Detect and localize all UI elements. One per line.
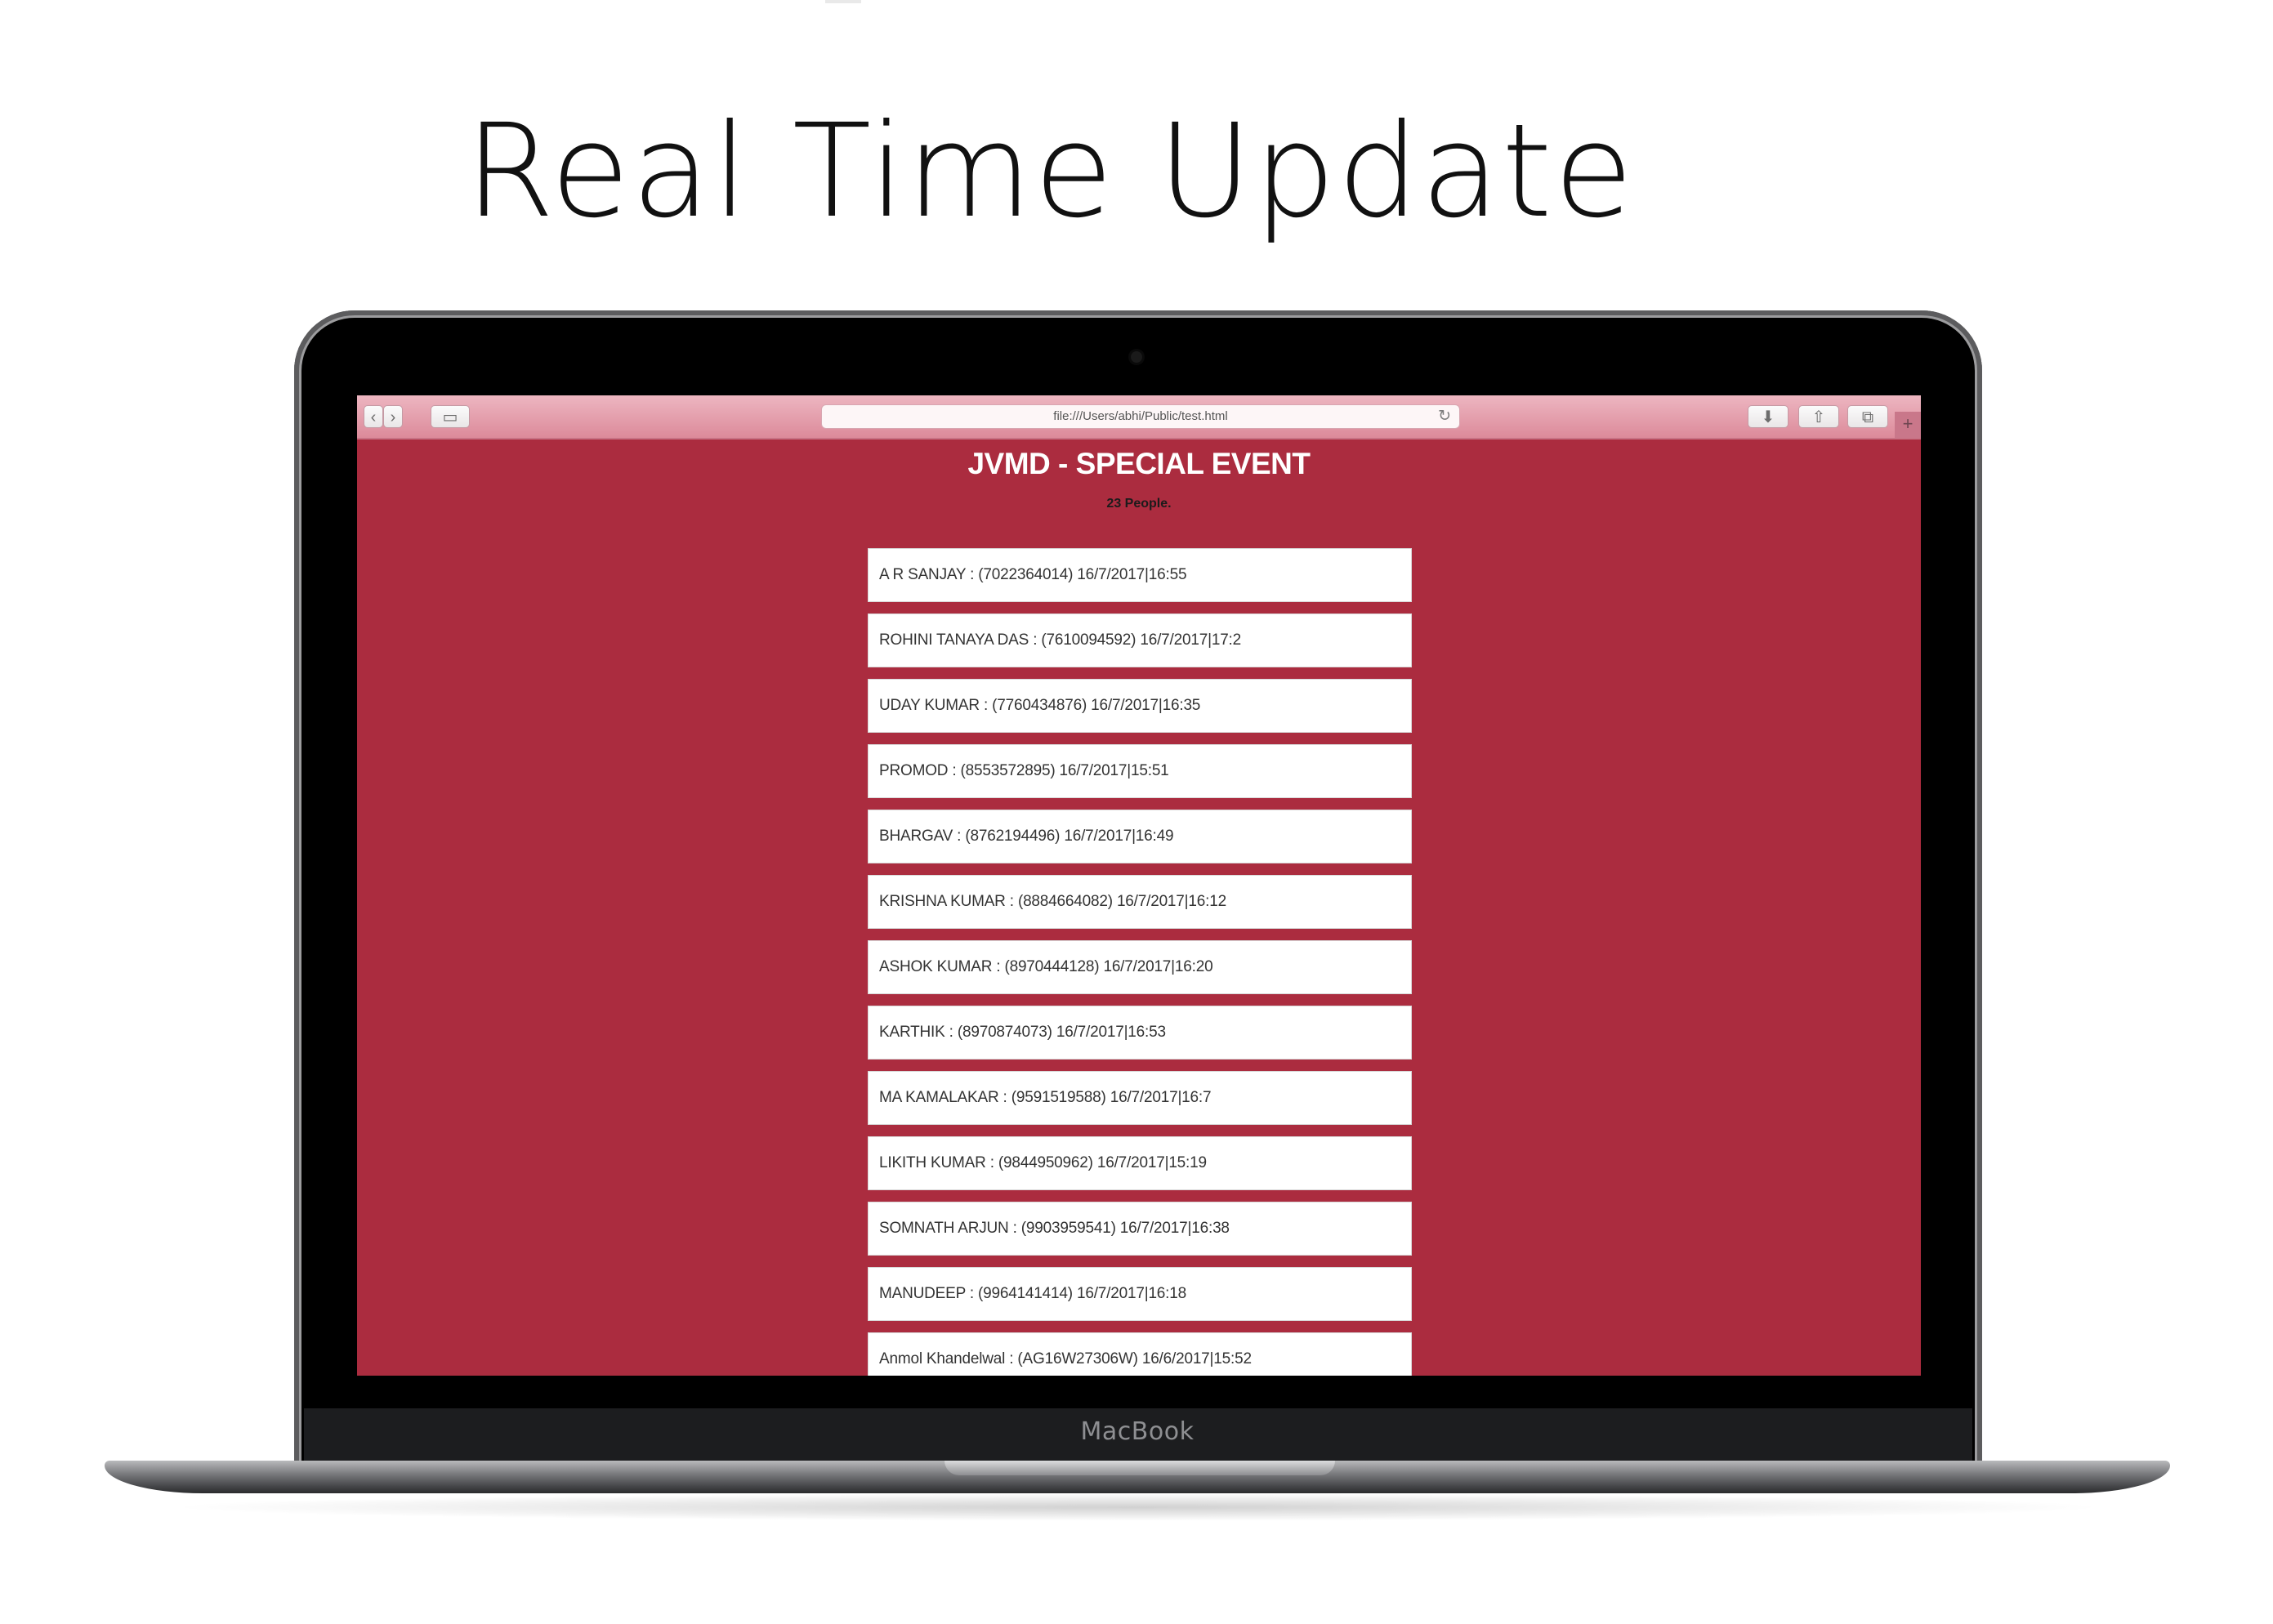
attendee-list: A R SANJAY : (7022364014) 16/7/2017|16:5… — [868, 548, 1412, 1376]
list-item: Anmol Khandelwal : (AG16W27306W) 16/6/20… — [868, 1332, 1412, 1376]
list-item-text: PROMOD : (8553572895) 16/7/2017|15:51 — [879, 762, 1169, 779]
list-item-text: KRISHNA KUMAR : (8884664082) 16/7/2017|1… — [879, 893, 1226, 910]
list-item: BHARGAV : (8762194496) 16/7/2017|16:49 — [868, 810, 1412, 863]
back-button[interactable]: ‹ — [364, 405, 383, 428]
laptop-hinge-notch — [944, 1461, 1335, 1475]
download-icon: ⬇ — [1761, 408, 1775, 426]
page-title: JVMD - SPECIAL EVENT — [967, 447, 1311, 480]
list-item-text: SOMNATH ARJUN : (9903959541) 16/7/2017|1… — [879, 1220, 1230, 1237]
list-item-text: KARTHIK : (8970874073) 16/7/2017|16:53 — [879, 1024, 1166, 1041]
share-icon: ⇧ — [1811, 408, 1826, 426]
show-tabs-button[interactable]: ⧉ — [1847, 405, 1888, 428]
list-item-text: ROHINI TANAYA DAS : (7610094592) 16/7/20… — [879, 631, 1242, 649]
list-item: KRISHNA KUMAR : (8884664082) 16/7/2017|1… — [868, 875, 1412, 929]
list-item: ASHOK KUMAR : (8970444128) 16/7/2017|16:… — [868, 940, 1412, 994]
address-bar[interactable]: file:///Users/abhi/Public/test.html ↻ — [821, 404, 1460, 429]
list-item: SOMNATH ARJUN : (9903959541) 16/7/2017|1… — [868, 1202, 1412, 1256]
top-edge-mark — [825, 0, 861, 3]
reload-icon[interactable]: ↻ — [1438, 405, 1451, 428]
downloads-button[interactable]: ⬇ — [1748, 405, 1788, 428]
laptop-shadow — [163, 1493, 2111, 1521]
list-item: LIKITH KUMAR : (9844950962) 16/7/2017|15… — [868, 1136, 1412, 1190]
tabs-icon: ⧉ — [1861, 408, 1874, 426]
plus-icon: + — [1902, 413, 1914, 434]
list-item: MA KAMALAKAR : (9591519588) 16/7/2017|16… — [868, 1071, 1412, 1125]
laptop-brand-label: MacBook — [1080, 1417, 1195, 1446]
back-icon: ‹ — [370, 408, 377, 426]
new-tab-button[interactable]: + — [1895, 412, 1921, 438]
camera-icon — [1131, 351, 1142, 363]
list-item: ROHINI TANAYA DAS : (7610094592) 16/7/20… — [868, 613, 1412, 667]
list-item-text: BHARGAV : (8762194496) 16/7/2017|16:49 — [879, 828, 1174, 845]
list-item: A R SANJAY : (7022364014) 16/7/2017|16:5… — [868, 548, 1412, 602]
list-item-text: Anmol Khandelwal : (AG16W27306W) 16/6/20… — [879, 1350, 1252, 1367]
forward-icon: › — [390, 408, 396, 426]
browser-toolbar: ‹ › ▭ file:///Users/abhi/Public/test.htm… — [357, 395, 1921, 439]
list-item-text: MA KAMALAKAR : (9591519588) 16/7/2017|16… — [879, 1089, 1212, 1106]
list-item-text: MANUDEEP : (9964141414) 16/7/2017|16:18 — [879, 1285, 1186, 1302]
list-item-text: A R SANJAY : (7022364014) 16/7/2017|16:5… — [879, 566, 1187, 583]
url-text: file:///Users/abhi/Public/test.html — [1053, 409, 1228, 423]
list-item: PROMOD : (8553572895) 16/7/2017|15:51 — [868, 744, 1412, 798]
browser-window: ‹ › ▭ file:///Users/abhi/Public/test.htm… — [357, 395, 1921, 1376]
list-item-text: LIKITH KUMAR : (9844950962) 16/7/2017|15… — [879, 1154, 1207, 1171]
sidebar-icon: ▭ — [442, 408, 458, 426]
list-item-text: UDAY KUMAR : (7760434876) 16/7/2017|16:3… — [879, 697, 1201, 714]
promo-headline: Real Time Update — [465, 96, 1635, 247]
list-item: MANUDEEP : (9964141414) 16/7/2017|16:18 — [868, 1267, 1412, 1321]
forward-button[interactable]: › — [383, 405, 403, 428]
sidebar-button[interactable]: ▭ — [431, 405, 470, 428]
share-button[interactable]: ⇧ — [1798, 405, 1839, 428]
list-item-text: ASHOK KUMAR : (8970444128) 16/7/2017|16:… — [879, 958, 1213, 975]
people-count: 23 People. — [1106, 497, 1172, 511]
list-item: UDAY KUMAR : (7760434876) 16/7/2017|16:3… — [868, 679, 1412, 733]
list-item: KARTHIK : (8970874073) 16/7/2017|16:53 — [868, 1006, 1412, 1060]
